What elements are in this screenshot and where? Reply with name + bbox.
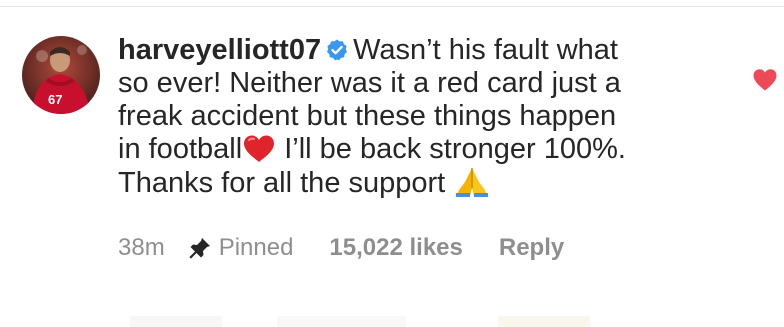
top-divider xyxy=(0,6,784,7)
avatar[interactable]: 67 xyxy=(22,36,100,114)
comment-line-4-start: in football xyxy=(118,133,243,165)
likes-count-button[interactable]: 15,022 likes xyxy=(329,234,462,262)
avatar-image: 67 xyxy=(22,36,100,114)
verified-badge-icon xyxy=(327,39,348,61)
comment-line-1: Wasn’t his fault what xyxy=(353,34,618,66)
comment-line-2: so ever! Neither was it a red card just … xyxy=(118,67,621,99)
red-heart-icon xyxy=(244,135,275,162)
comment-timestamp[interactable]: 38m xyxy=(118,234,165,262)
comment-line-3: freak accident but these things happen xyxy=(118,100,617,132)
pinned-label: Pinned xyxy=(218,234,294,261)
comment-line-5: Thanks for all the support xyxy=(118,167,454,199)
heart-like-icon[interactable] xyxy=(752,68,778,92)
comment-meta: 38m Pinned 15,022 likes Reply xyxy=(118,232,564,264)
next-comment-peek xyxy=(130,316,590,327)
folded-hands-icon xyxy=(456,168,489,197)
reply-button[interactable]: Reply xyxy=(499,234,564,262)
pin-icon xyxy=(189,238,210,259)
comment-text: harveyelliott07 Wasn’t his fault what so… xyxy=(118,34,718,200)
avatar-jersey-number: 67 xyxy=(48,92,62,107)
comment-line-4-end: I’ll be back stronger 100%. xyxy=(276,133,626,165)
comment-username[interactable]: harveyelliott07 xyxy=(118,34,321,66)
